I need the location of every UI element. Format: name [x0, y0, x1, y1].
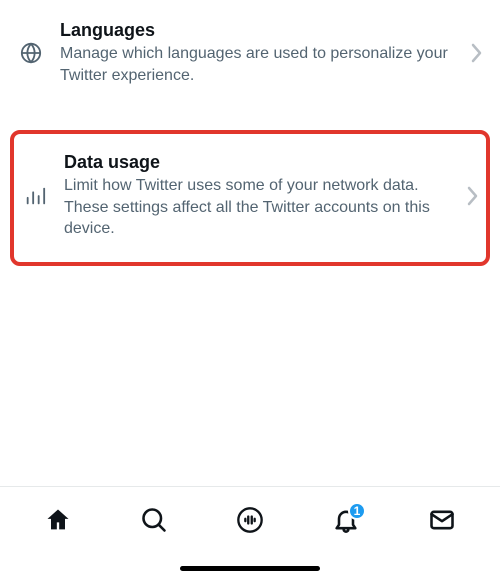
mail-icon	[428, 506, 456, 539]
chevron-right-icon	[466, 186, 478, 206]
setting-row-languages[interactable]: Languages Manage which languages are use…	[0, 8, 500, 100]
settings-list: Languages Manage which languages are use…	[0, 0, 500, 266]
tab-search[interactable]	[132, 500, 176, 544]
tab-messages[interactable]	[420, 500, 464, 544]
globe-icon	[18, 42, 44, 64]
tab-spaces[interactable]	[228, 500, 272, 544]
setting-row-data-usage[interactable]: Data usage Limit how Twitter uses some o…	[10, 130, 490, 266]
home-indicator	[180, 566, 320, 571]
chevron-right-icon	[470, 43, 482, 63]
setting-desc: Manage which languages are used to perso…	[60, 43, 454, 86]
setting-title: Languages	[60, 20, 454, 41]
bars-icon	[22, 185, 48, 207]
home-icon	[44, 506, 72, 539]
notification-badge: 1	[348, 502, 366, 520]
setting-text: Data usage Limit how Twitter uses some o…	[64, 152, 450, 240]
tab-home[interactable]	[36, 500, 80, 544]
search-icon	[140, 506, 168, 539]
setting-text: Languages Manage which languages are use…	[60, 20, 454, 86]
setting-title: Data usage	[64, 152, 450, 173]
mic-icon	[236, 506, 264, 539]
setting-desc: Limit how Twitter uses some of your netw…	[64, 175, 450, 240]
tab-notifications[interactable]: 1	[324, 500, 368, 544]
